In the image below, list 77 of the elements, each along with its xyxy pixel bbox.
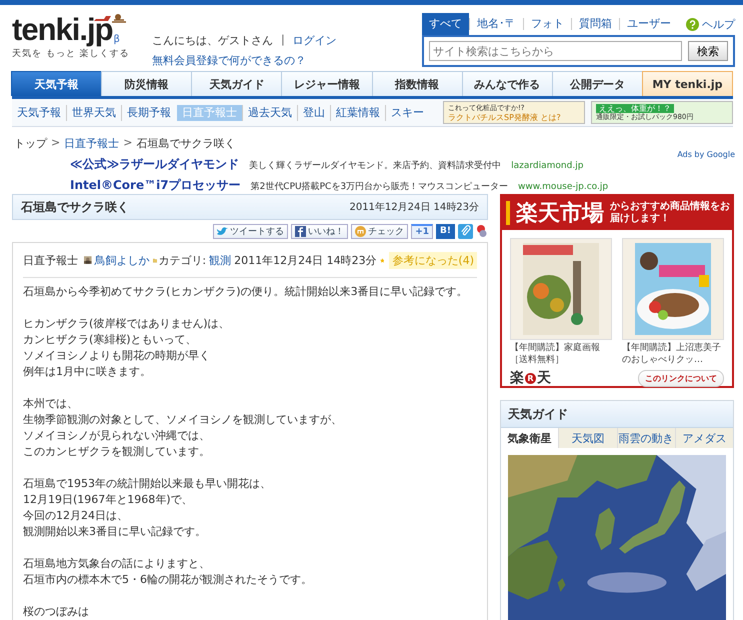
nav-tab[interactable]: MY tenki.jp <box>642 71 733 96</box>
ad-title-link[interactable]: ≪公式≫ラザールダイヤモンド <box>70 156 240 173</box>
search-tab[interactable]: ユーザー <box>619 18 678 30</box>
breadcrumb-item: 石垣島でサクラ咲く <box>136 136 236 152</box>
guide-tab[interactable]: 雨雲の動き <box>616 428 675 448</box>
breadcrumb-separator: > <box>51 136 60 151</box>
subnav-link[interactable]: 紅葉情報 <box>330 104 385 120</box>
separator-text: | <box>281 33 285 48</box>
signup-link[interactable]: 無料会員登録で何ができるの？ <box>152 53 422 68</box>
nav-tab[interactable]: レジャー情報 <box>281 71 372 96</box>
article-date: 2011年12月24日 14時23分 <box>349 200 479 214</box>
bookmark-button[interactable]: B! <box>436 224 455 238</box>
breadcrumb-item[interactable]: 日直予報士 <box>64 136 120 152</box>
bird-icon <box>217 226 228 236</box>
nav-tab[interactable]: 指数情報 <box>372 71 463 96</box>
article-paragraph: ヒカンザクラ(彼岸桜ではありません)は、 カンヒザクラ(寒緋桜)ともいって、 ソメイヨシノよりも開花の時期が早く 例年は1月中に咲きます。 <box>23 316 231 380</box>
article-paragraph: 石垣島地方気象台の話によりますと、 石垣市内の標本木で5・6輪の開花が観測されたそうです。 <box>23 556 313 588</box>
article-paragraph: 石垣島で1953年の統計開始以来最も早い開花は、 12月19日(1967年と1968年)で、 今回の12月24日は、 観測開始以来3番目に早い記録です。 <box>23 476 272 540</box>
greeting-text: こんにちは、ゲストさん <box>152 33 273 48</box>
search-button[interactable]: 検索 <box>688 41 728 61</box>
help-link[interactable]: ヘルプ <box>702 16 735 32</box>
facebook-icon <box>295 226 306 236</box>
beta-mark: β <box>114 34 120 45</box>
author-link[interactable]: 鳥飼よしか <box>94 252 150 268</box>
tagline: 天気を もっと 楽しくする <box>12 48 131 60</box>
subnav-link[interactable]: スキー <box>385 104 429 120</box>
search-tab[interactable]: 質問箱 <box>571 18 619 30</box>
category-link[interactable]: 観測 <box>209 252 232 268</box>
ad-text: 美しく輝くラザールダイヤモンド。来店予約、資料請求受付中 <box>249 160 502 172</box>
search-tab[interactable]: 地名･〒 <box>469 18 523 30</box>
subnav-link[interactable]: 過去天気 <box>242 104 297 120</box>
nav-tab[interactable]: 天気ガイド <box>191 71 282 96</box>
nav-tab[interactable]: 防災情報 <box>101 71 192 96</box>
about-link-button[interactable]: このリンクについて <box>638 370 724 386</box>
help-icon <box>686 18 699 30</box>
plus-one-button[interactable]: +1 <box>411 224 434 238</box>
rakuten-logo: 楽天市場 <box>516 200 604 228</box>
product-caption[interactable]: 【年間購読】上沼恵美子のおしゃべりクッ… <box>622 342 724 366</box>
product-caption[interactable]: 【年間購読】家庭画報［送料無料］ <box>510 342 612 366</box>
article-paragraph: 石垣島から今季初めてサクラ(ヒカンザクラ)の便り。統計開始以来3番目に早い記録です。 <box>23 284 469 300</box>
guide-tab[interactable]: アメダス <box>674 428 733 448</box>
rakuten-tagline: からおすすめ商品情報をお届けします！ <box>610 201 730 225</box>
search-tab[interactable]: フォト <box>523 18 571 30</box>
brand-text: 天 <box>537 369 551 387</box>
article-paragraph: 桜のつぼみは <box>23 604 90 620</box>
ad-url-link[interactable]: www.mouse-jp.co.jp <box>518 182 608 192</box>
subnav-link[interactable]: 登山 <box>297 104 330 120</box>
subnav-link[interactable]: 世界天気 <box>66 104 121 120</box>
ad-text: 第2世代CPU搭載PCを3万円台から販売！マウスコンピューター <box>250 180 508 193</box>
brand-r-mark: R <box>525 372 536 384</box>
subnav-link[interactable]: 天気予報 <box>12 104 66 120</box>
category-label: カテゴリ: <box>158 252 206 268</box>
nav-tab[interactable]: 天気予報 <box>11 71 102 96</box>
ad-url-link[interactable]: lazardiamond.jp <box>511 161 584 171</box>
post-date: 2011年12月24日 14時23分 <box>234 252 377 268</box>
paperclip-icon[interactable] <box>458 224 473 238</box>
bookmark-circles-icon[interactable] <box>476 224 488 238</box>
panel-title: 天気ガイド <box>508 406 568 422</box>
tweet-button[interactable]: ツイートする <box>213 224 288 238</box>
login-link[interactable]: ログイン <box>292 33 337 48</box>
nav-tab[interactable]: みんなで作る <box>462 71 553 96</box>
ad-title-link[interactable]: Intel®Core™i7プロセッサー <box>70 177 241 194</box>
article-title: 石垣島でサクラ咲く <box>21 198 129 216</box>
site-logo[interactable]: tenki.jp <box>12 15 113 45</box>
search-tab[interactable]: すべて <box>422 13 469 35</box>
check-button[interactable]: チェック <box>351 224 408 238</box>
search-field[interactable]: サイト検索はこちらから <box>429 41 682 61</box>
ads-label[interactable]: Ads by Google <box>677 150 735 159</box>
like-button[interactable]: いいね！ <box>291 224 348 238</box>
brand-text: 楽 <box>510 369 524 387</box>
breadcrumb-separator: > <box>123 136 132 151</box>
nav-tab[interactable]: 公開データ <box>552 71 643 96</box>
guide-tab[interactable]: 天気図 <box>558 428 616 448</box>
article-paragraph: 本州では、 生物季節観測の対象として、ソメイヨシノを観測していますが、 ソメイヨシノが見られない沖縄では、 このカンヒザクラを観測しています。 <box>23 396 343 460</box>
breadcrumb-item: トップ <box>14 136 47 152</box>
author-role: 日直予報士 <box>23 252 78 268</box>
subnav-link[interactable]: 長期予報 <box>121 104 176 120</box>
